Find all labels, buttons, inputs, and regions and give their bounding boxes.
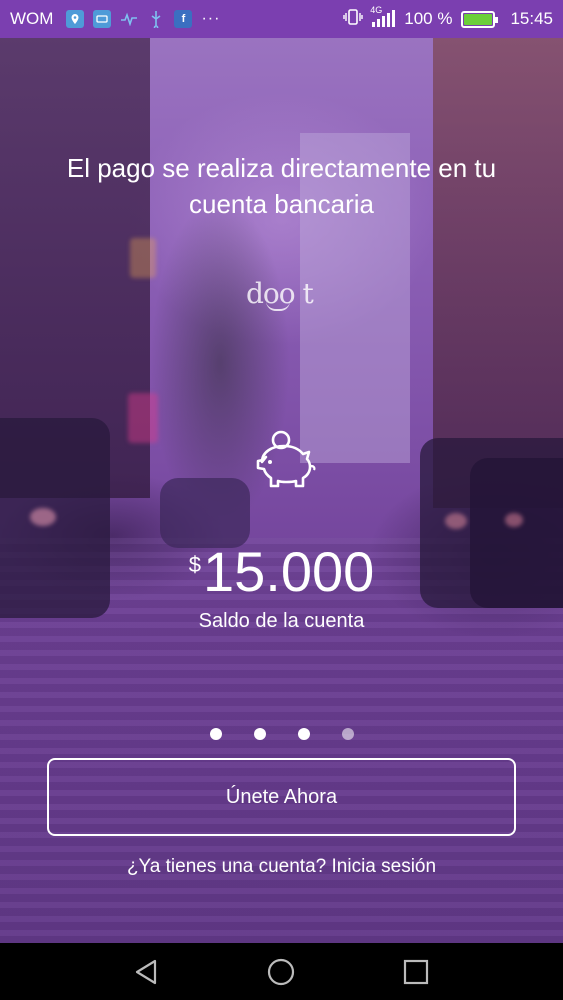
- login-link[interactable]: ¿Ya tienes una cuenta? Inicia sesión: [0, 856, 563, 878]
- page-dot[interactable]: [341, 728, 354, 740]
- app-notification-icon: [93, 10, 112, 28]
- bg-car: [160, 478, 250, 548]
- network-type: 4G: [370, 5, 383, 15]
- page-indicator: [0, 728, 563, 742]
- clock: 15:45: [510, 9, 553, 28]
- usb-icon: [147, 10, 165, 28]
- join-now-button[interactable]: Únete Ahora: [47, 758, 516, 836]
- more-notifications-icon: ···: [201, 10, 221, 27]
- page-dot[interactable]: [209, 728, 222, 740]
- balance-label: Saldo de la cuenta: [198, 610, 365, 632]
- account-balance: $15.000: [0, 540, 563, 604]
- status-bar: WOM f ··· 4G 100 % 15:45: [0, 0, 563, 38]
- status-bar-right: 4G 100 % 15:45: [343, 5, 553, 31]
- status-bar-left: WOM f ···: [10, 9, 220, 29]
- bg-light: [505, 513, 523, 527]
- bg-light: [445, 513, 467, 529]
- bg-light: [128, 393, 158, 443]
- currency-symbol: $: [188, 552, 201, 577]
- bg-light: [130, 238, 156, 278]
- page-dot-active[interactable]: [297, 728, 310, 740]
- carrier-name: WOM: [10, 9, 54, 28]
- recents-icon[interactable]: [396, 952, 436, 992]
- location-icon: [66, 10, 85, 28]
- activity-icon: [120, 10, 138, 28]
- balance-amount: 15.000: [202, 540, 375, 603]
- onboarding-headline: El pago se realiza directamente en tu cu…: [66, 153, 497, 219]
- home-icon[interactable]: [261, 952, 301, 992]
- bg-light: [30, 508, 56, 526]
- piggy-bank-icon: [248, 428, 316, 494]
- page-dot[interactable]: [253, 728, 266, 740]
- battery-percent: 100 %: [404, 9, 453, 28]
- navigation-bar: [0, 943, 563, 1000]
- back-icon[interactable]: [127, 952, 167, 992]
- vibrate-icon: [343, 8, 363, 31]
- app-logo: doo t: [246, 277, 320, 315]
- battery-icon: [461, 10, 499, 28]
- facebook-icon: f: [174, 10, 193, 28]
